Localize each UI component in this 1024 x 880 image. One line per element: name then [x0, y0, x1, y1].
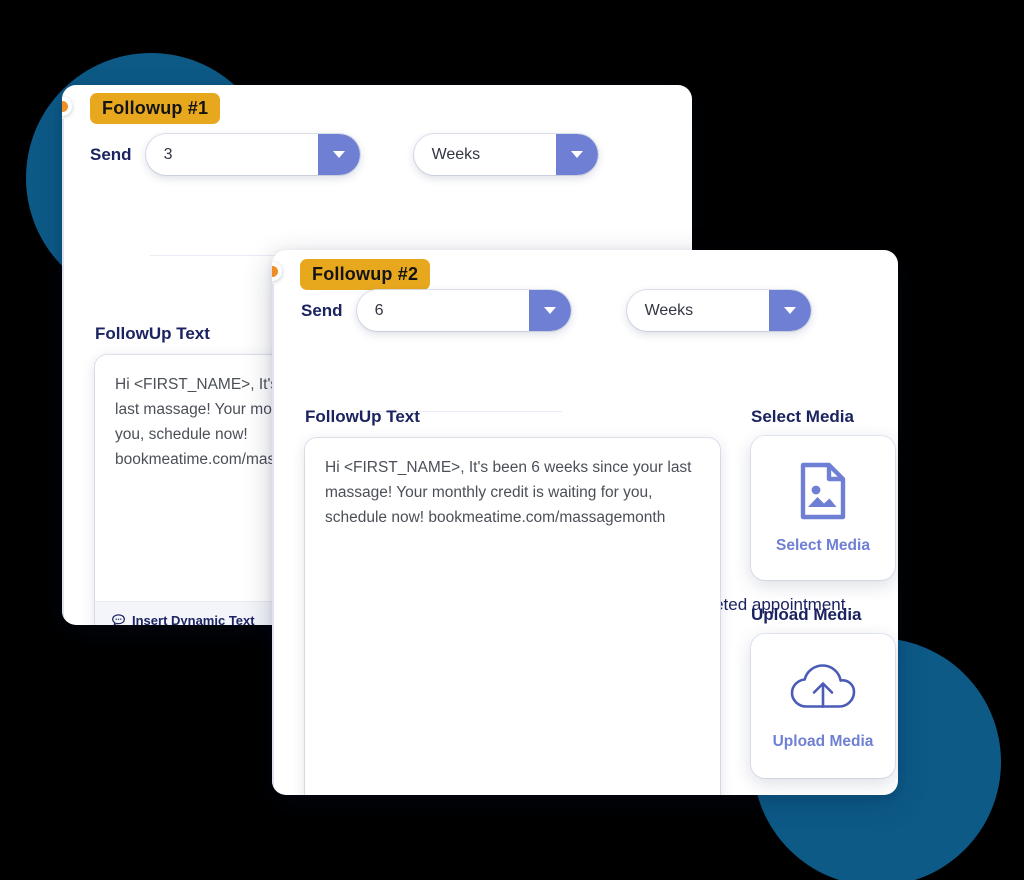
card-status-dot [62, 97, 72, 116]
message-textarea[interactable]: Hi <FIRST_NAME>, It's been 6 weeks since… [305, 438, 720, 795]
upload-media-heading: Upload Media [751, 605, 862, 624]
send-unit-select[interactable]: Weeks [626, 290, 811, 331]
send-unit-value: Weeks [431, 145, 481, 163]
image-file-icon [800, 462, 846, 520]
send-count-value: 6 [374, 301, 384, 319]
followup-badge: Followup #1 [90, 93, 221, 124]
send-schedule-row: Send 6 Weeks [301, 290, 811, 331]
send-unit-select[interactable]: Weeks [413, 134, 598, 175]
followup-text-heading: FollowUp Text [305, 407, 420, 426]
chat-bubble-icon [112, 613, 125, 625]
send-count-value: 3 [163, 145, 173, 163]
send-label: Send [90, 144, 132, 164]
select-media-button-label: Select Media [776, 537, 870, 554]
insert-dynamic-text-button[interactable]: Insert Dynamic Text [111, 612, 255, 626]
chevron-down-icon[interactable] [317, 134, 360, 175]
send-count-select[interactable]: 3 [145, 134, 360, 175]
card-left-rail [62, 119, 64, 625]
screenshot-canvas: Followup #1 Send 3 Weeks after completed… [0, 0, 1024, 880]
upload-media-button-label: Upload Media [772, 733, 874, 750]
followup-badge: Followup #2 [300, 259, 431, 290]
followup-text-heading: FollowUp Text [95, 324, 210, 343]
message-composer[interactable]: Hi <FIRST_NAME>, It's been 6 weeks since… [305, 438, 720, 795]
upload-media-tile[interactable]: Upload Media [751, 634, 895, 778]
card-status-dot [272, 262, 282, 281]
send-schedule-row: Send 3 Weeks [90, 134, 598, 175]
cloud-upload-icon [790, 664, 856, 708]
insert-dynamic-text-label: Insert Dynamic Text [132, 612, 255, 626]
followup-card-2: Followup #2 Send 6 Weeks after completed… [272, 250, 898, 795]
send-label: Send [301, 300, 343, 320]
send-count-select[interactable]: 6 [356, 290, 571, 331]
select-media-heading: Select Media [751, 407, 854, 426]
select-media-tile[interactable]: Select Media [751, 436, 895, 580]
card-left-rail [272, 284, 274, 795]
chevron-down-icon[interactable] [528, 290, 571, 331]
send-unit-value: Weeks [644, 301, 694, 319]
chevron-down-icon[interactable] [768, 290, 811, 331]
chevron-down-icon[interactable] [555, 134, 598, 175]
